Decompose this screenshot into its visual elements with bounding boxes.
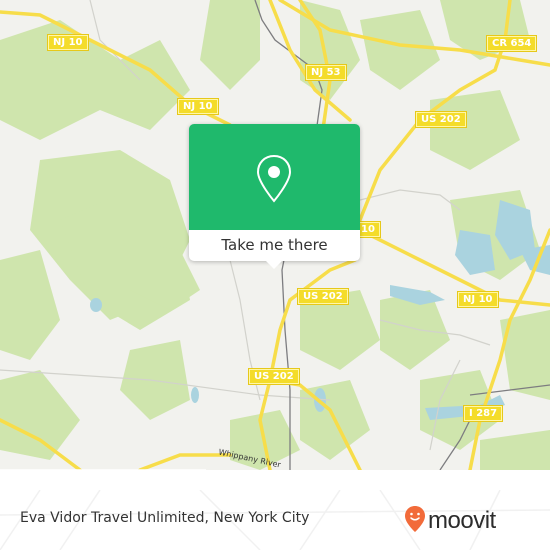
road-label-us202: US 202 (298, 289, 348, 304)
road-label-nj10: NJ 10 (48, 35, 88, 50)
take-me-there-button[interactable]: Take me there (189, 230, 360, 261)
location-popup: Take me there (189, 124, 360, 269)
popup-header (189, 124, 360, 230)
map-attribution[interactable]: © OpenStreetMap contributors (0, 469, 207, 470)
moovit-logo[interactable]: moovit (404, 505, 496, 537)
road-label-i287: I 287 (464, 406, 503, 421)
popup-pointer (266, 261, 282, 269)
road-label-nj10: NJ 10 (458, 292, 498, 307)
map-view[interactable]: NJ 10 NJ 10 NJ 53 CR 654 US 202 10 US 20… (0, 0, 550, 470)
road-label-us202: US 202 (416, 112, 466, 127)
road-label-nj53: NJ 53 (306, 65, 346, 80)
road-label-cr654: CR 654 (487, 36, 537, 51)
footer: Eva Vidor Travel Unlimited, New York Cit… (0, 490, 550, 550)
location-pin-icon (255, 154, 293, 208)
road-label-us202: US 202 (249, 369, 299, 384)
moovit-wordmark: moovit (428, 507, 496, 534)
moovit-pin-icon (404, 505, 426, 537)
place-title: Eva Vidor Travel Unlimited, New York Cit… (20, 510, 310, 526)
road-label-nj10: NJ 10 (178, 99, 218, 114)
